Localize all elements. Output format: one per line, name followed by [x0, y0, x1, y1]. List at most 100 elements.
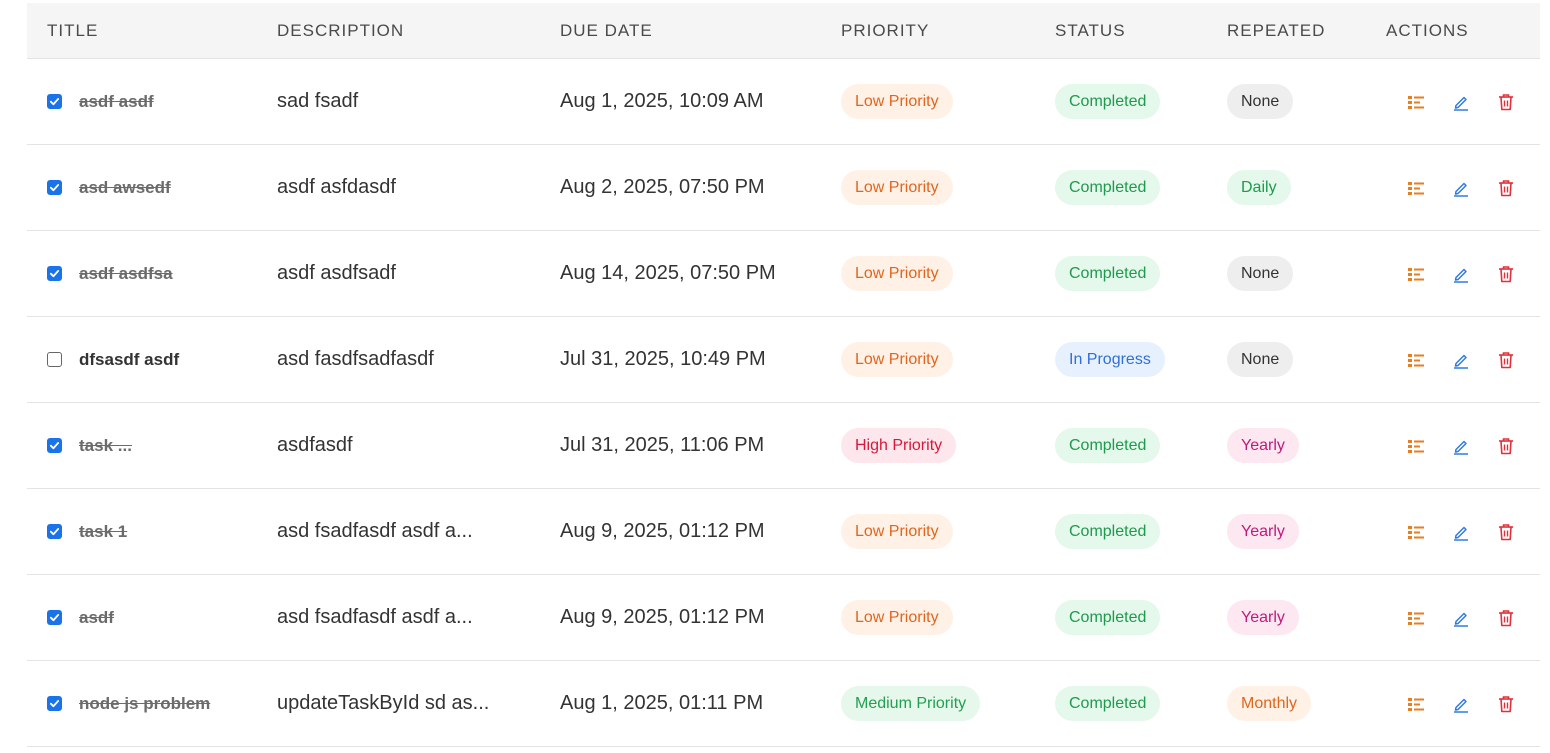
- status-cell: Completed: [1035, 428, 1207, 463]
- task-complete-checkbox[interactable]: [47, 266, 62, 281]
- delete-trash-icon[interactable]: [1495, 521, 1517, 543]
- status-cell: Completed: [1035, 600, 1207, 635]
- repeated-badge: Daily: [1227, 170, 1291, 205]
- priority-badge: Medium Priority: [841, 686, 981, 721]
- repeated-badge: Yearly: [1227, 600, 1299, 635]
- status-badge: Completed: [1055, 84, 1161, 119]
- due-date-cell: Aug 9, 2025, 01:12 PM: [540, 520, 821, 543]
- edit-pencil-icon[interactable]: [1450, 435, 1472, 457]
- description-cell: asdfasdf: [257, 434, 540, 457]
- task-due-date: Jul 31, 2025, 10:49 PM: [560, 348, 766, 370]
- details-list-icon[interactable]: [1405, 521, 1427, 543]
- checkmark-icon: [49, 700, 60, 708]
- due-date-cell: Aug 2, 2025, 07:50 PM: [540, 176, 821, 199]
- edit-pencil-icon[interactable]: [1450, 521, 1472, 543]
- priority-badge: Low Priority: [841, 514, 953, 549]
- edit-pencil-icon[interactable]: [1450, 91, 1472, 113]
- task-due-date: Aug 9, 2025, 01:12 PM: [560, 520, 765, 542]
- task-complete-checkbox[interactable]: [47, 610, 62, 625]
- table-row: node js problem updateTaskById sd as... …: [27, 661, 1540, 747]
- task-description: asd fasdfsadfasdf: [277, 348, 434, 370]
- edit-pencil-icon[interactable]: [1450, 349, 1472, 371]
- header-repeated[interactable]: REPEATED: [1207, 21, 1386, 41]
- header-priority[interactable]: PRIORITY: [821, 21, 1035, 41]
- edit-pencil-icon[interactable]: [1450, 607, 1472, 629]
- header-description[interactable]: DESCRIPTION: [257, 21, 540, 41]
- repeated-badge: Yearly: [1227, 514, 1299, 549]
- delete-trash-icon[interactable]: [1495, 435, 1517, 457]
- actions-cell: [1386, 177, 1540, 199]
- due-date-cell: Jul 31, 2025, 10:49 PM: [540, 348, 821, 371]
- details-list-icon[interactable]: [1405, 349, 1427, 371]
- repeated-cell: Yearly: [1207, 428, 1386, 463]
- details-list-icon[interactable]: [1405, 435, 1427, 457]
- table-body: asdf asdf sad fsadf Aug 1, 2025, 10:09 A…: [27, 59, 1540, 747]
- details-list-icon[interactable]: [1405, 693, 1427, 715]
- table-row: task ... asdfasdf Jul 31, 2025, 11:06 PM…: [27, 403, 1540, 489]
- delete-trash-icon[interactable]: [1495, 177, 1517, 199]
- repeated-cell: Monthly: [1207, 686, 1386, 721]
- actions-cell: [1386, 521, 1540, 543]
- task-due-date: Aug 1, 2025, 10:09 AM: [560, 90, 764, 112]
- repeated-badge: None: [1227, 256, 1294, 291]
- title-cell: dfsasdf asdf: [27, 350, 257, 370]
- task-complete-checkbox[interactable]: [47, 180, 62, 195]
- delete-trash-icon[interactable]: [1495, 693, 1517, 715]
- task-description: asdfasdf: [277, 434, 353, 456]
- edit-pencil-icon[interactable]: [1450, 693, 1472, 715]
- description-cell: asd fsadfasdf asdf a...: [257, 606, 540, 629]
- repeated-badge: None: [1227, 84, 1294, 119]
- title-cell: asdf asdfsa: [27, 264, 257, 284]
- task-complete-checkbox[interactable]: [47, 94, 62, 109]
- edit-pencil-icon[interactable]: [1450, 177, 1472, 199]
- repeated-cell: None: [1207, 84, 1386, 119]
- header-status[interactable]: STATUS: [1035, 21, 1207, 41]
- status-badge: Completed: [1055, 256, 1161, 291]
- checkmark-icon: [49, 184, 60, 192]
- checkmark-icon: [49, 528, 60, 536]
- priority-cell: Low Priority: [821, 170, 1035, 205]
- description-cell: updateTaskById sd as...: [257, 692, 540, 715]
- delete-trash-icon[interactable]: [1495, 263, 1517, 285]
- priority-badge: Low Priority: [841, 84, 953, 119]
- details-list-icon[interactable]: [1405, 177, 1427, 199]
- header-actions-label: ACTIONS: [1386, 20, 1469, 40]
- header-title[interactable]: TITLE: [27, 21, 257, 41]
- task-complete-checkbox[interactable]: [47, 524, 62, 539]
- status-badge: Completed: [1055, 170, 1161, 205]
- details-list-icon[interactable]: [1405, 263, 1427, 285]
- task-complete-checkbox[interactable]: [47, 352, 62, 367]
- due-date-cell: Aug 9, 2025, 01:12 PM: [540, 606, 821, 629]
- table-row: asdf asd fsadfasdf asdf a... Aug 9, 2025…: [27, 575, 1540, 661]
- priority-cell: Low Priority: [821, 84, 1035, 119]
- task-complete-checkbox[interactable]: [47, 696, 62, 711]
- priority-badge: Low Priority: [841, 256, 953, 291]
- tasks-table: TITLE DESCRIPTION DUE DATE PRIORITY STAT…: [27, 3, 1540, 747]
- repeated-badge: Monthly: [1227, 686, 1312, 721]
- description-cell: sad fsadf: [257, 90, 540, 113]
- title-cell: task ...: [27, 436, 257, 456]
- due-date-cell: Jul 31, 2025, 11:06 PM: [540, 434, 821, 457]
- task-complete-checkbox[interactable]: [47, 438, 62, 453]
- status-badge: Completed: [1055, 686, 1161, 721]
- edit-pencil-icon[interactable]: [1450, 263, 1472, 285]
- priority-badge: High Priority: [841, 428, 957, 463]
- task-description: asd fsadfasdf asdf a...: [277, 606, 473, 628]
- priority-badge: Low Priority: [841, 342, 953, 377]
- delete-trash-icon[interactable]: [1495, 91, 1517, 113]
- task-title: dfsasdf asdf: [79, 349, 180, 369]
- delete-trash-icon[interactable]: [1495, 349, 1517, 371]
- task-due-date: Aug 2, 2025, 07:50 PM: [560, 176, 765, 198]
- checkmark-icon: [49, 442, 60, 450]
- details-list-icon[interactable]: [1405, 607, 1427, 629]
- checkmark-icon: [49, 98, 60, 106]
- details-list-icon[interactable]: [1405, 91, 1427, 113]
- priority-cell: Low Priority: [821, 600, 1035, 635]
- priority-cell: Medium Priority: [821, 686, 1035, 721]
- status-badge: In Progress: [1055, 342, 1165, 377]
- description-cell: asdf asdfsadf: [257, 262, 540, 285]
- title-cell: task 1: [27, 522, 257, 542]
- header-due-date[interactable]: DUE DATE: [540, 21, 821, 41]
- task-description: asd fsadfasdf asdf a...: [277, 520, 473, 542]
- delete-trash-icon[interactable]: [1495, 607, 1517, 629]
